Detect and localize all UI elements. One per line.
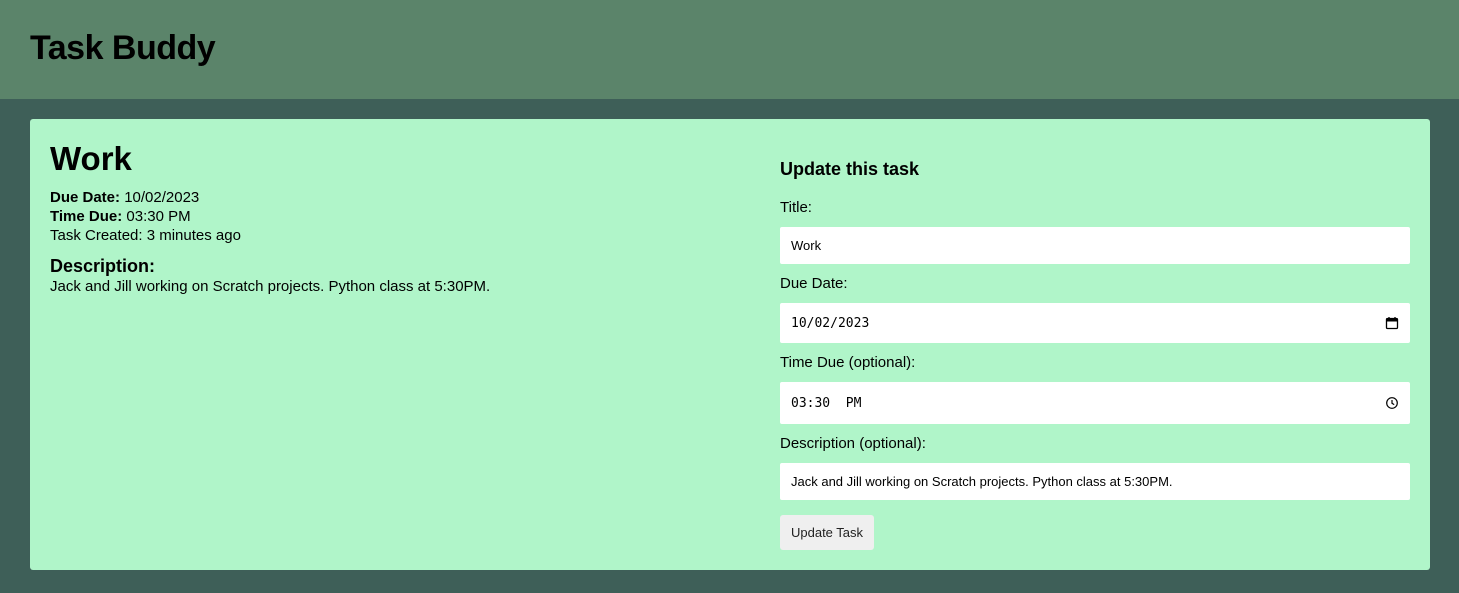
title-input[interactable]: Work (780, 227, 1410, 264)
task-title: Work (50, 140, 132, 177)
due-date-input[interactable]: 10/02/2023 (780, 303, 1410, 343)
description-text: Jack and Jill working on Scratch project… (50, 278, 491, 295)
due-date-input-value: 10/02/2023 (791, 315, 870, 331)
due-date-field-label: Due Date: (780, 275, 848, 292)
task-card: Work Due Date: 10/02/2023 Time Due: 03:3… (30, 119, 1430, 570)
description-heading: Description: (50, 256, 156, 276)
time-due-line: Time Due: 03:30 PM (50, 207, 191, 226)
due-date-label: Due Date: (50, 189, 121, 206)
time-due-field-label: Time Due (optional): (780, 354, 916, 371)
app-title: Task Buddy (30, 29, 216, 67)
title-input-value: Work (791, 238, 822, 253)
time-due-label: Time Due: (50, 208, 123, 225)
title-label: Title: (780, 199, 812, 216)
update-task-button[interactable]: Update Task (780, 515, 874, 550)
due-date-line: Due Date: 10/02/2023 (50, 188, 199, 207)
update-form-heading: Update this task (780, 159, 920, 179)
app-header: Task Buddy (0, 0, 1459, 99)
calendar-icon[interactable] (1385, 316, 1399, 330)
due-date-value: 10/02/2023 (124, 189, 200, 206)
time-due-input[interactable]: 03:30 PM (780, 382, 1410, 424)
clock-icon[interactable] (1385, 396, 1399, 410)
description-input[interactable]: Jack and Jill working on Scratch project… (780, 463, 1410, 500)
description-input-value: Jack and Jill working on Scratch project… (791, 474, 1173, 489)
time-due-input-value: 03:30 PM (791, 395, 862, 411)
description-field-label: Description (optional): (780, 435, 926, 452)
time-due-value: 03:30 PM (126, 208, 191, 225)
task-created-text: Task Created: 3 minutes ago (50, 227, 241, 244)
